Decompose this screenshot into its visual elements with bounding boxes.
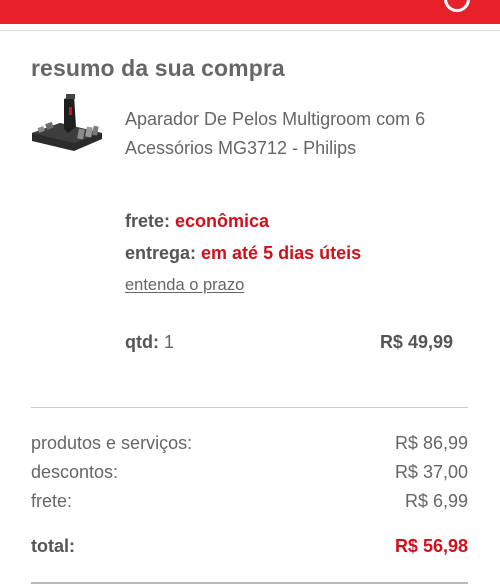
- products-services-value: R$ 86,99: [394, 433, 468, 453]
- delivery-label: entrega:: [125, 243, 197, 263]
- trimmer-product-image[interactable]: [30, 93, 104, 159]
- shipping-cost-label: frete:: [31, 491, 73, 511]
- item-price: R$ 49,99: [379, 332, 453, 352]
- product-name[interactable]: Aparador De Pelos Multigroom com 6 Acess…: [125, 105, 470, 163]
- divider: [31, 582, 468, 584]
- quantity-value: 1: [164, 332, 175, 352]
- delivery-value: em até 5 dias úteis: [201, 243, 362, 263]
- quantity-label: qtd:: [125, 332, 159, 352]
- close-icon[interactable]: [444, 0, 470, 12]
- shipping-type-value: econômica: [175, 211, 270, 231]
- purchase-summary-panel: resumo da sua compra Aparador De Pelos M…: [0, 30, 500, 585]
- shipping-type-label: frete:: [125, 211, 171, 231]
- summary-title: resumo da sua compra: [31, 55, 285, 81]
- products-services-label: produtos e serviços:: [31, 433, 193, 453]
- shipping-cost-value: R$ 6,99: [404, 491, 468, 511]
- top-header-bar: [0, 0, 500, 24]
- total-value: R$ 56,98: [394, 536, 468, 556]
- discounts-label: descontos:: [31, 462, 119, 482]
- total-label: total:: [31, 536, 75, 556]
- delivery-info-link[interactable]: entenda o prazo: [125, 276, 244, 295]
- discounts-value: R$ 37,00: [394, 462, 468, 482]
- divider: [31, 407, 468, 408]
- shipping-type-row: frete: econômica: [125, 211, 269, 232]
- quantity: qtd: 1: [125, 332, 174, 353]
- trimmer-icon: [32, 94, 102, 151]
- delivery-time-row: entrega: em até 5 dias úteis: [125, 243, 361, 264]
